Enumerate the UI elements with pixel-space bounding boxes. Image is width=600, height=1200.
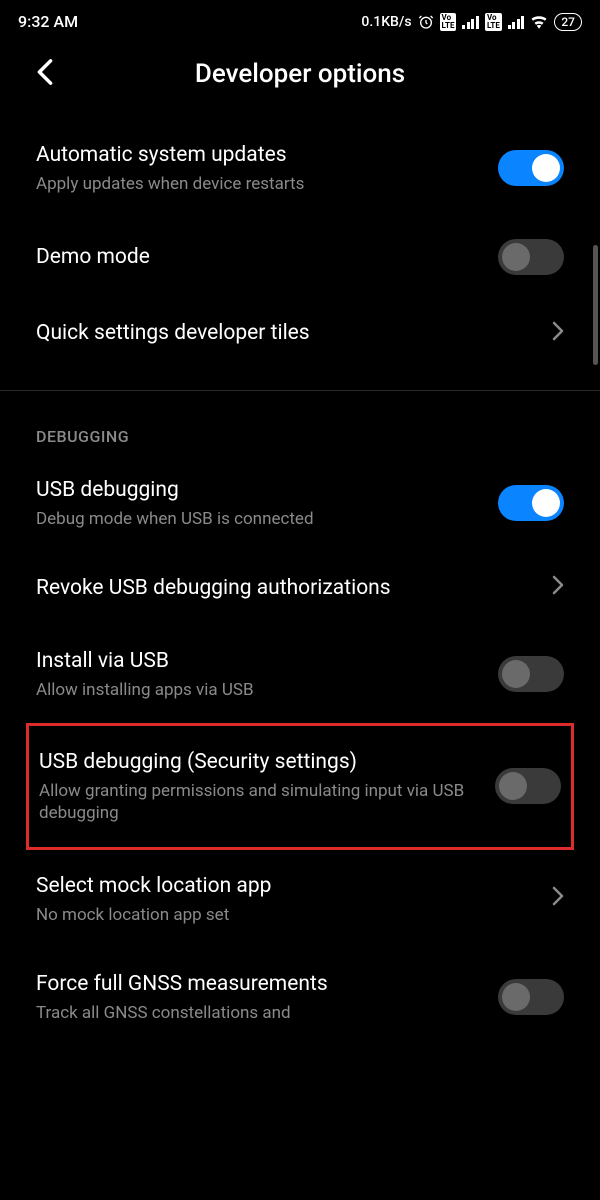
content: Automatic system updates Apply updates w… xyxy=(0,119,600,1046)
toggle-usb-debugging[interactable] xyxy=(498,485,564,521)
setting-title: Select mock location app xyxy=(36,872,536,900)
signal-icon-1 xyxy=(462,15,479,29)
toggle-usb-security[interactable] xyxy=(495,768,561,804)
setting-subtitle: Allow installing apps via USB xyxy=(36,679,482,701)
back-button[interactable] xyxy=(36,58,54,90)
toggle-demo-mode[interactable] xyxy=(498,239,564,275)
data-rate: 0.1KB/s xyxy=(361,14,411,30)
chevron-right-icon xyxy=(552,886,564,912)
signal-icon-2 xyxy=(508,15,525,29)
volte-icon-2: VoLTE xyxy=(485,13,502,31)
toggle-auto-update[interactable] xyxy=(498,150,564,186)
setting-usb-security[interactable]: USB debugging (Security settings) Allow … xyxy=(39,726,561,847)
toggle-install-usb[interactable] xyxy=(498,656,564,692)
setting-auto-update[interactable]: Automatic system updates Apply updates w… xyxy=(36,119,564,217)
setting-usb-debugging[interactable]: USB debugging Debug mode when USB is con… xyxy=(36,454,564,552)
setting-title: Force full GNSS measurements xyxy=(36,970,482,998)
setting-title: Revoke USB debugging authorizations xyxy=(36,574,536,602)
setting-title: Install via USB xyxy=(36,647,482,675)
setting-gnss[interactable]: Force full GNSS measurements Track all G… xyxy=(36,948,564,1046)
page-title: Developer options xyxy=(36,59,564,89)
setting-subtitle: No mock location app set xyxy=(36,904,536,926)
setting-subtitle: Allow granting permissions and simulatin… xyxy=(39,780,479,824)
setting-mock-location[interactable]: Select mock location app No mock locatio… xyxy=(36,850,564,948)
chevron-right-icon xyxy=(552,321,564,347)
section-header-debugging: DEBUGGING xyxy=(36,411,564,454)
status-bar: 9:32 AM 0.1KB/s VoLTE VoLTE 27 xyxy=(0,0,600,39)
setting-revoke-auth[interactable]: Revoke USB debugging authorizations xyxy=(36,552,564,624)
status-icons: 0.1KB/s VoLTE VoLTE 27 xyxy=(361,13,582,31)
highlight-annotation: USB debugging (Security settings) Allow … xyxy=(26,723,574,850)
alarm-icon xyxy=(418,14,434,30)
setting-subtitle: Track all GNSS constellations and xyxy=(36,1002,482,1024)
setting-title: Automatic system updates xyxy=(36,141,482,169)
setting-title: USB debugging (Security settings) xyxy=(39,748,479,776)
setting-install-usb[interactable]: Install via USB Allow installing apps vi… xyxy=(36,625,564,723)
setting-title: Quick settings developer tiles xyxy=(36,319,536,347)
battery-icon: 27 xyxy=(554,13,582,31)
toggle-gnss[interactable] xyxy=(498,979,564,1015)
setting-title: Demo mode xyxy=(36,243,482,271)
header: Developer options xyxy=(0,39,600,119)
chevron-right-icon xyxy=(552,575,564,601)
setting-demo-mode[interactable]: Demo mode xyxy=(36,217,564,297)
divider xyxy=(0,390,600,391)
status-time: 9:32 AM xyxy=(18,12,78,31)
setting-subtitle: Debug mode when USB is connected xyxy=(36,508,482,530)
volte-icon-1: VoLTE xyxy=(440,13,457,31)
setting-subtitle: Apply updates when device restarts xyxy=(36,173,482,195)
setting-quick-tiles[interactable]: Quick settings developer tiles xyxy=(36,297,564,369)
wifi-icon xyxy=(530,15,548,29)
setting-title: USB debugging xyxy=(36,476,482,504)
scrollbar[interactable] xyxy=(593,245,598,365)
